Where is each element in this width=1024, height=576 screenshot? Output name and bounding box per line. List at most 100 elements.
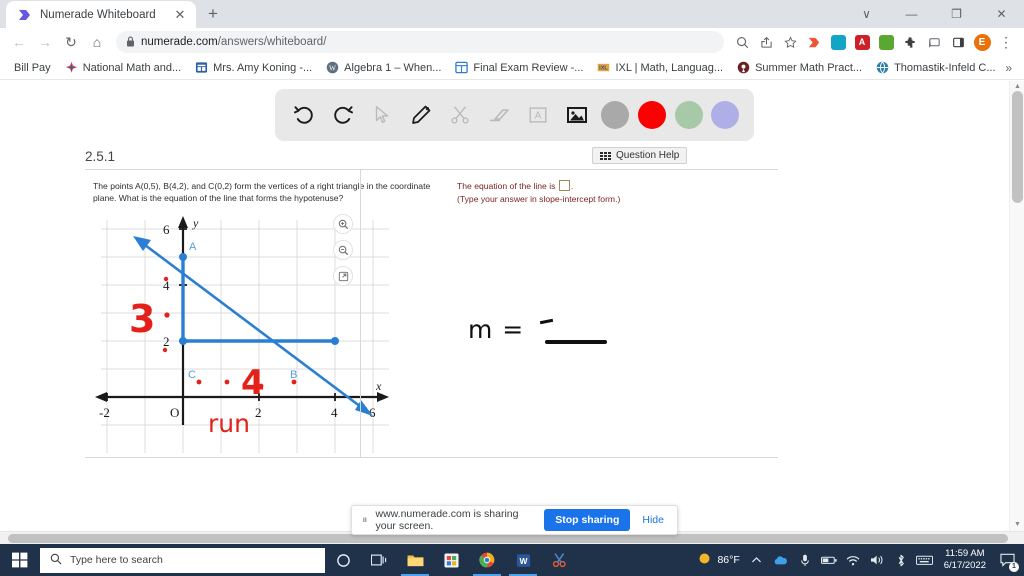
- section-label: 2.5.1: [85, 149, 116, 164]
- pencil-icon[interactable]: [406, 100, 436, 130]
- open-external-icon[interactable]: [333, 266, 353, 286]
- point-label-A: A: [189, 241, 197, 253]
- reload-icon[interactable]: ↻: [58, 29, 84, 55]
- notification-center-icon[interactable]: 1: [994, 544, 1020, 576]
- text-box-icon[interactable]: A: [523, 100, 553, 130]
- taskbar-clock[interactable]: 11:59 AM 6/17/2022: [938, 548, 992, 572]
- vertical-scroll-thumb[interactable]: [1012, 91, 1023, 203]
- stop-sharing-button[interactable]: Stop sharing: [544, 509, 631, 531]
- dark-circle-icon: [737, 61, 750, 74]
- bookmark-item[interactable]: Summer Math Pract...: [731, 59, 868, 76]
- bookmark-label: National Math and...: [82, 61, 182, 74]
- show-hidden-icons-icon[interactable]: [746, 544, 768, 576]
- forward-icon[interactable]: →: [32, 29, 58, 55]
- taskbar-snip-sketch-icon[interactable]: [541, 544, 577, 576]
- extension-green-icon[interactable]: [874, 30, 898, 54]
- point-C: [179, 337, 187, 345]
- rise-dot: [164, 312, 170, 318]
- address-bar[interactable]: numerade.com/answers/whiteboard/: [116, 31, 724, 53]
- color-swatch-purple[interactable]: [711, 101, 740, 129]
- taskbar-file-explorer-icon[interactable]: [397, 544, 433, 576]
- bookmark-label: Summer Math Pract...: [755, 61, 863, 74]
- horizontal-scroll-thumb[interactable]: [8, 534, 1008, 543]
- bluetooth-icon[interactable]: [890, 544, 912, 576]
- taskbar-microsoft-store-icon[interactable]: [433, 544, 469, 576]
- microphone-icon[interactable]: [794, 544, 816, 576]
- home-icon[interactable]: ⌂: [84, 29, 110, 55]
- browser-tab[interactable]: Numerade Whiteboard ✕: [6, 1, 196, 28]
- side-panel-icon[interactable]: [946, 30, 970, 54]
- x-axis-label: x: [375, 379, 382, 393]
- taskbar-chrome-icon[interactable]: [469, 544, 505, 576]
- url-path: /answers/whiteboard/: [217, 36, 327, 48]
- browser-toolbar: ← → ↻ ⌂ numerade.com/answers/whiteboard/…: [0, 28, 1024, 56]
- taskbar-search-input[interactable]: Type here to search: [40, 547, 325, 573]
- eraser-icon[interactable]: [484, 100, 514, 130]
- maximize-icon[interactable]: ❐: [934, 0, 979, 28]
- taskbar-cortana-icon[interactable]: [325, 544, 361, 576]
- weather-widget[interactable]: 86°F: [698, 552, 740, 568]
- taskbar-task-view-icon[interactable]: [361, 544, 397, 576]
- color-swatch-green[interactable]: [674, 101, 703, 129]
- cast-icon[interactable]: [922, 30, 946, 54]
- color-swatch-red[interactable]: [637, 101, 666, 129]
- bookmark-item[interactable]: National Math and...: [59, 59, 187, 76]
- bookmark-item[interactable]: Thomastik-Infeld C...: [870, 59, 1001, 76]
- hide-button[interactable]: Hide: [639, 514, 667, 526]
- close-icon[interactable]: ✕: [172, 7, 188, 23]
- cursor-select-icon[interactable]: [367, 100, 397, 130]
- extension-teal-icon[interactable]: [826, 30, 850, 54]
- tab-title: Numerade Whiteboard: [40, 8, 156, 21]
- question-help-button[interactable]: Question Help: [592, 147, 688, 164]
- extension-adobe-pdf-icon[interactable]: A: [850, 30, 874, 54]
- browser-menu-icon[interactable]: ⋮: [994, 30, 1018, 54]
- window-close-icon[interactable]: ✕: [979, 0, 1024, 28]
- blue-outline-icon: [455, 61, 469, 74]
- bookmark-item[interactable]: IXL IXL | Math, Languag...: [591, 59, 729, 76]
- handwritten-blank-line: [545, 340, 607, 344]
- bookmark-item[interactable]: W Algebra 1 – When...: [320, 59, 447, 76]
- taskbar-word-icon[interactable]: W: [505, 544, 541, 576]
- image-icon[interactable]: [562, 100, 592, 130]
- zoom-out-icon[interactable]: [333, 240, 353, 260]
- tab-search-dropdown-icon[interactable]: ∨: [844, 0, 889, 28]
- svg-text:A: A: [535, 111, 542, 122]
- bookmark-item[interactable]: Final Exam Review -...: [449, 59, 589, 76]
- xtick-4: 4: [331, 405, 338, 420]
- windows-start-icon[interactable]: [0, 544, 40, 576]
- keyboard-icon[interactable]: [914, 544, 936, 576]
- back-icon[interactable]: ←: [6, 29, 32, 55]
- xtick--2: -2: [99, 405, 110, 420]
- list-grid-icon: [600, 151, 611, 160]
- wifi-icon[interactable]: [842, 544, 864, 576]
- new-tab-button[interactable]: +: [199, 0, 227, 28]
- answer-input[interactable]: [558, 180, 570, 191]
- battery-icon[interactable]: [818, 544, 840, 576]
- color-swatch-gray[interactable]: [600, 101, 629, 129]
- extensions-puzzle-icon[interactable]: [898, 30, 922, 54]
- zoom-in-icon[interactable]: [333, 214, 353, 234]
- worksheet-card: The points A(0,5), B(4,2), and C(0,2) fo…: [85, 169, 778, 458]
- bookmark-star-icon[interactable]: [778, 30, 802, 54]
- pause-grip-icon: ⏸: [362, 513, 367, 526]
- bookmarks-overflow-icon[interactable]: »: [1005, 61, 1016, 75]
- volume-icon[interactable]: [866, 544, 888, 576]
- redo-icon[interactable]: [328, 100, 358, 130]
- undo-icon[interactable]: [289, 100, 319, 130]
- ytick-2: 2: [163, 334, 170, 349]
- scissors-icon[interactable]: [445, 100, 475, 130]
- scroll-down-icon[interactable]: ▼: [1010, 519, 1024, 531]
- bookmark-label: Algebra 1 – When...: [344, 61, 442, 74]
- graph-zoom-controls: [333, 214, 353, 286]
- zoom-search-icon[interactable]: [730, 30, 754, 54]
- blue-square-icon: [195, 61, 208, 74]
- vertical-scrollbar[interactable]: ▲ ▼: [1009, 81, 1024, 531]
- rise-dot: [162, 347, 168, 353]
- share-icon[interactable]: [754, 30, 778, 54]
- minimize-icon[interactable]: —: [889, 0, 934, 28]
- bookmark-item[interactable]: Bill Pay: [8, 60, 57, 76]
- onedrive-icon[interactable]: [770, 544, 792, 576]
- profile-avatar[interactable]: E: [970, 30, 994, 54]
- bookmark-item[interactable]: Mrs. Amy Koning -...: [189, 59, 318, 76]
- extension-numerade-icon[interactable]: [802, 30, 826, 54]
